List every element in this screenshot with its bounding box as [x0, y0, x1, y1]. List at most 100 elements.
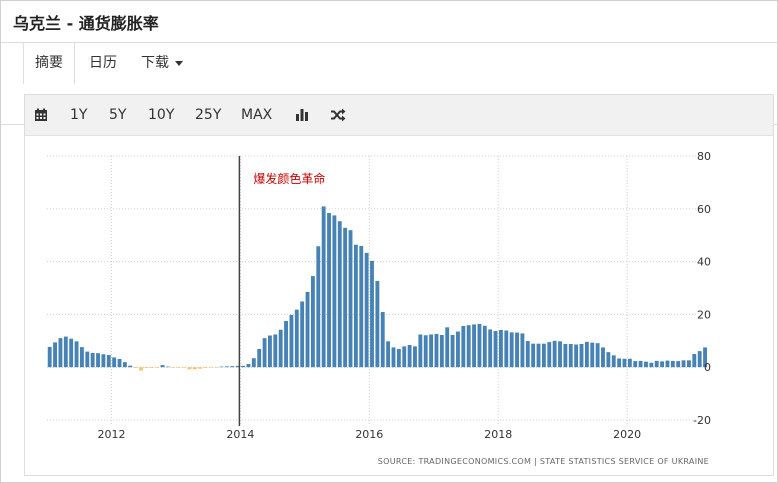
bar — [380, 312, 385, 368]
bar — [493, 331, 498, 368]
bar — [611, 355, 616, 368]
bar — [439, 334, 444, 368]
bar — [149, 367, 154, 368]
x-axis-ticks: 2012 2014 2016 2018 2020 — [97, 428, 641, 441]
bar — [536, 343, 541, 368]
bar — [402, 346, 407, 368]
bar — [466, 325, 471, 368]
bar — [273, 334, 278, 368]
bar — [241, 365, 246, 368]
bar — [176, 367, 181, 368]
y-tick-label: 0 — [704, 361, 711, 374]
bar — [547, 342, 552, 368]
x-tick-label: 2014 — [226, 428, 254, 441]
bar — [155, 367, 160, 368]
bar — [584, 341, 589, 368]
bar — [590, 342, 595, 368]
bar — [47, 346, 52, 368]
x-tick-label: 2016 — [355, 428, 383, 441]
bar — [601, 347, 605, 368]
tab-download[interactable]: 下载 — [141, 43, 183, 83]
bar — [268, 335, 272, 368]
bar — [520, 333, 525, 368]
bar — [418, 334, 423, 368]
bar — [660, 361, 665, 368]
bar — [423, 335, 428, 368]
x-tick-label: 2018 — [484, 428, 512, 441]
y-axis-ticks: 80 60 40 20 0 -20 — [693, 150, 711, 427]
bar — [434, 333, 439, 368]
x-tick-label: 2012 — [97, 428, 125, 441]
bar — [359, 246, 364, 368]
bar — [617, 358, 622, 368]
bar — [504, 330, 509, 368]
bar — [681, 360, 686, 368]
chart-panel: 1Y 5Y 10Y 25Y MAX 爆发颜色革命 80 60 40 20 0 -… — [24, 94, 774, 476]
bar — [364, 252, 369, 368]
y-tick-label: 40 — [697, 256, 711, 269]
bar — [230, 366, 235, 368]
bar — [531, 343, 536, 368]
bar — [96, 353, 100, 368]
bar — [316, 246, 321, 368]
bar — [633, 361, 638, 368]
bar — [79, 347, 84, 368]
bar — [375, 280, 380, 368]
bar — [670, 360, 675, 368]
bar — [128, 365, 133, 368]
bar — [192, 367, 197, 370]
bar — [53, 342, 57, 368]
bar — [472, 324, 476, 368]
bar — [165, 366, 170, 368]
bar — [649, 362, 654, 368]
bar — [445, 327, 450, 368]
x-tick-label: 2020 — [613, 428, 641, 441]
bar — [498, 329, 503, 368]
bar — [58, 338, 63, 368]
source-note: SOURCE: TRADINGECONOMICS.COM | STATE STA… — [378, 457, 709, 466]
bar — [413, 346, 417, 368]
bar — [407, 345, 412, 368]
bar — [622, 358, 627, 368]
bar — [450, 334, 455, 368]
tab-calendar-label: 日历 — [89, 55, 117, 71]
bar — [294, 309, 299, 368]
bar — [122, 362, 127, 368]
bar — [348, 230, 353, 368]
bar — [461, 326, 466, 368]
bar — [488, 329, 493, 368]
bar — [665, 360, 670, 368]
bar — [579, 343, 584, 368]
bar — [117, 359, 122, 368]
bar — [563, 343, 568, 368]
tab-download-label: 下载 — [141, 55, 169, 71]
bar — [391, 347, 396, 368]
y-tick-label: 80 — [697, 150, 711, 163]
bar — [69, 338, 74, 368]
bar — [456, 331, 460, 368]
bar — [203, 367, 208, 368]
bar — [321, 206, 326, 368]
bar — [112, 357, 117, 368]
bar — [251, 358, 256, 368]
inflation-chart: 爆发颜色革命 80 60 40 20 0 -20 2012 2014 2016 2018 2020… — [47, 150, 711, 466]
tab-summary[interactable]: 摘要 — [23, 43, 75, 84]
bar — [482, 325, 487, 368]
bar — [676, 361, 681, 368]
bar — [370, 260, 374, 368]
bar — [310, 276, 315, 368]
bar — [305, 291, 310, 368]
y-tick-label: 20 — [697, 308, 711, 321]
tab-summary-label: 摘要 — [35, 55, 63, 71]
bar — [106, 355, 111, 368]
bar-series — [47, 206, 707, 371]
bar — [327, 213, 331, 368]
bar — [278, 329, 283, 368]
bar — [558, 341, 562, 368]
bar — [284, 321, 288, 368]
caret-down-icon — [175, 60, 183, 66]
bar — [627, 358, 632, 368]
widget-frame: 乌克兰 - 通货膨胀率 摘要 日历 下载 1Y 5Y 10Y 25Y MAX 爆… — [0, 0, 778, 483]
tab-calendar[interactable]: 日历 — [89, 43, 117, 83]
event-annotation: 爆发颜色革命 — [253, 171, 325, 186]
